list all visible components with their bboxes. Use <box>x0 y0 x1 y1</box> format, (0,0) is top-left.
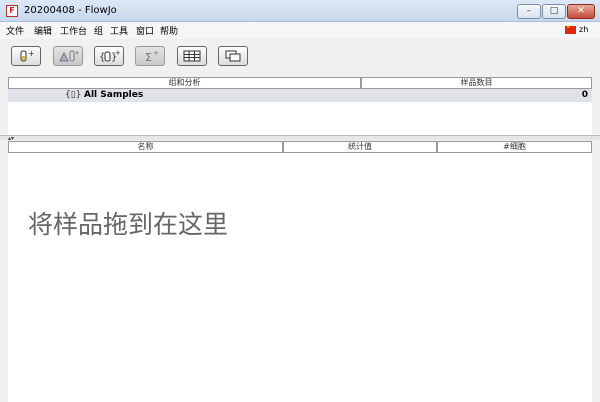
svg-text:+: + <box>74 49 79 57</box>
add-statistic-icon: Σ + <box>145 49 159 64</box>
close-button[interactable]: ✕ <box>567 4 595 19</box>
menu-bar: 文件 编辑 工作台 组 工具 窗口 帮助 zh <box>0 22 600 39</box>
title-bar: F 20200408 - FlowJo – □ ✕ <box>0 0 600 22</box>
group-icon: {▯} <box>65 90 82 100</box>
svg-text:+: + <box>28 49 35 58</box>
add-tube-button[interactable]: + <box>11 46 41 66</box>
tube-analysis-button[interactable]: + <box>53 46 83 66</box>
table-icon <box>183 50 201 62</box>
toolbar: + + { } + Σ + <box>0 39 600 75</box>
layout-editor-button[interactable] <box>218 46 248 66</box>
minimize-button[interactable]: – <box>517 4 541 19</box>
svg-text:+: + <box>115 49 120 57</box>
window-title: 20200408 - FlowJo <box>24 5 117 16</box>
group-sample-count: 0 <box>581 90 588 100</box>
svg-text:{: { <box>99 52 105 63</box>
add-tube-icon: + <box>20 49 35 62</box>
cells-column-header[interactable]: #细胞 <box>437 141 592 153</box>
group-row-all-samples[interactable]: {▯} All Samples 0 <box>8 89 592 102</box>
svg-text:Σ: Σ <box>145 51 152 64</box>
table-editor-button[interactable] <box>177 46 207 66</box>
sample-count-column-header[interactable]: 样品数目 <box>361 77 592 89</box>
maximize-button[interactable]: □ <box>542 4 566 19</box>
menu-file[interactable]: 文件 <box>6 24 24 37</box>
flowjo-icon: F <box>6 5 18 17</box>
china-flag-icon <box>565 24 576 34</box>
menu-workspace[interactable]: 工作台 <box>60 24 87 37</box>
tube-analysis-icon: + <box>59 49 79 62</box>
groups-column-header[interactable]: 组和分析 <box>8 77 361 89</box>
menu-edit[interactable]: 编辑 <box>34 24 52 37</box>
name-column-header[interactable]: 名称 <box>8 141 283 153</box>
menu-window[interactable]: 窗口 <box>136 24 154 37</box>
add-statistic-button[interactable]: Σ + <box>135 46 165 66</box>
layout-icon <box>225 50 241 62</box>
menu-tools[interactable]: 工具 <box>110 24 128 37</box>
flowjo-window: F 20200408 - FlowJo – □ ✕ 文件 编辑 工作台 组 工具… <box>0 0 600 402</box>
add-group-button[interactable]: { } + <box>94 46 124 66</box>
drop-samples-hint: 将样品拖到在这里 <box>28 210 229 239</box>
group-pane: {▯} All Samples 0 <box>8 89 592 135</box>
add-group-icon: { } + <box>99 49 120 63</box>
menu-help[interactable]: 帮助 <box>160 24 178 37</box>
statistic-column-header[interactable]: 统计值 <box>283 141 437 153</box>
group-name: All Samples <box>84 90 144 100</box>
svg-text:+: + <box>153 49 159 57</box>
sample-pane[interactable] <box>8 153 592 402</box>
pane-splitter[interactable]: ▴▾ <box>0 135 600 142</box>
language-indicator[interactable]: zh <box>565 24 589 34</box>
language-code: zh <box>579 25 589 34</box>
menu-group[interactable]: 组 <box>94 24 103 37</box>
